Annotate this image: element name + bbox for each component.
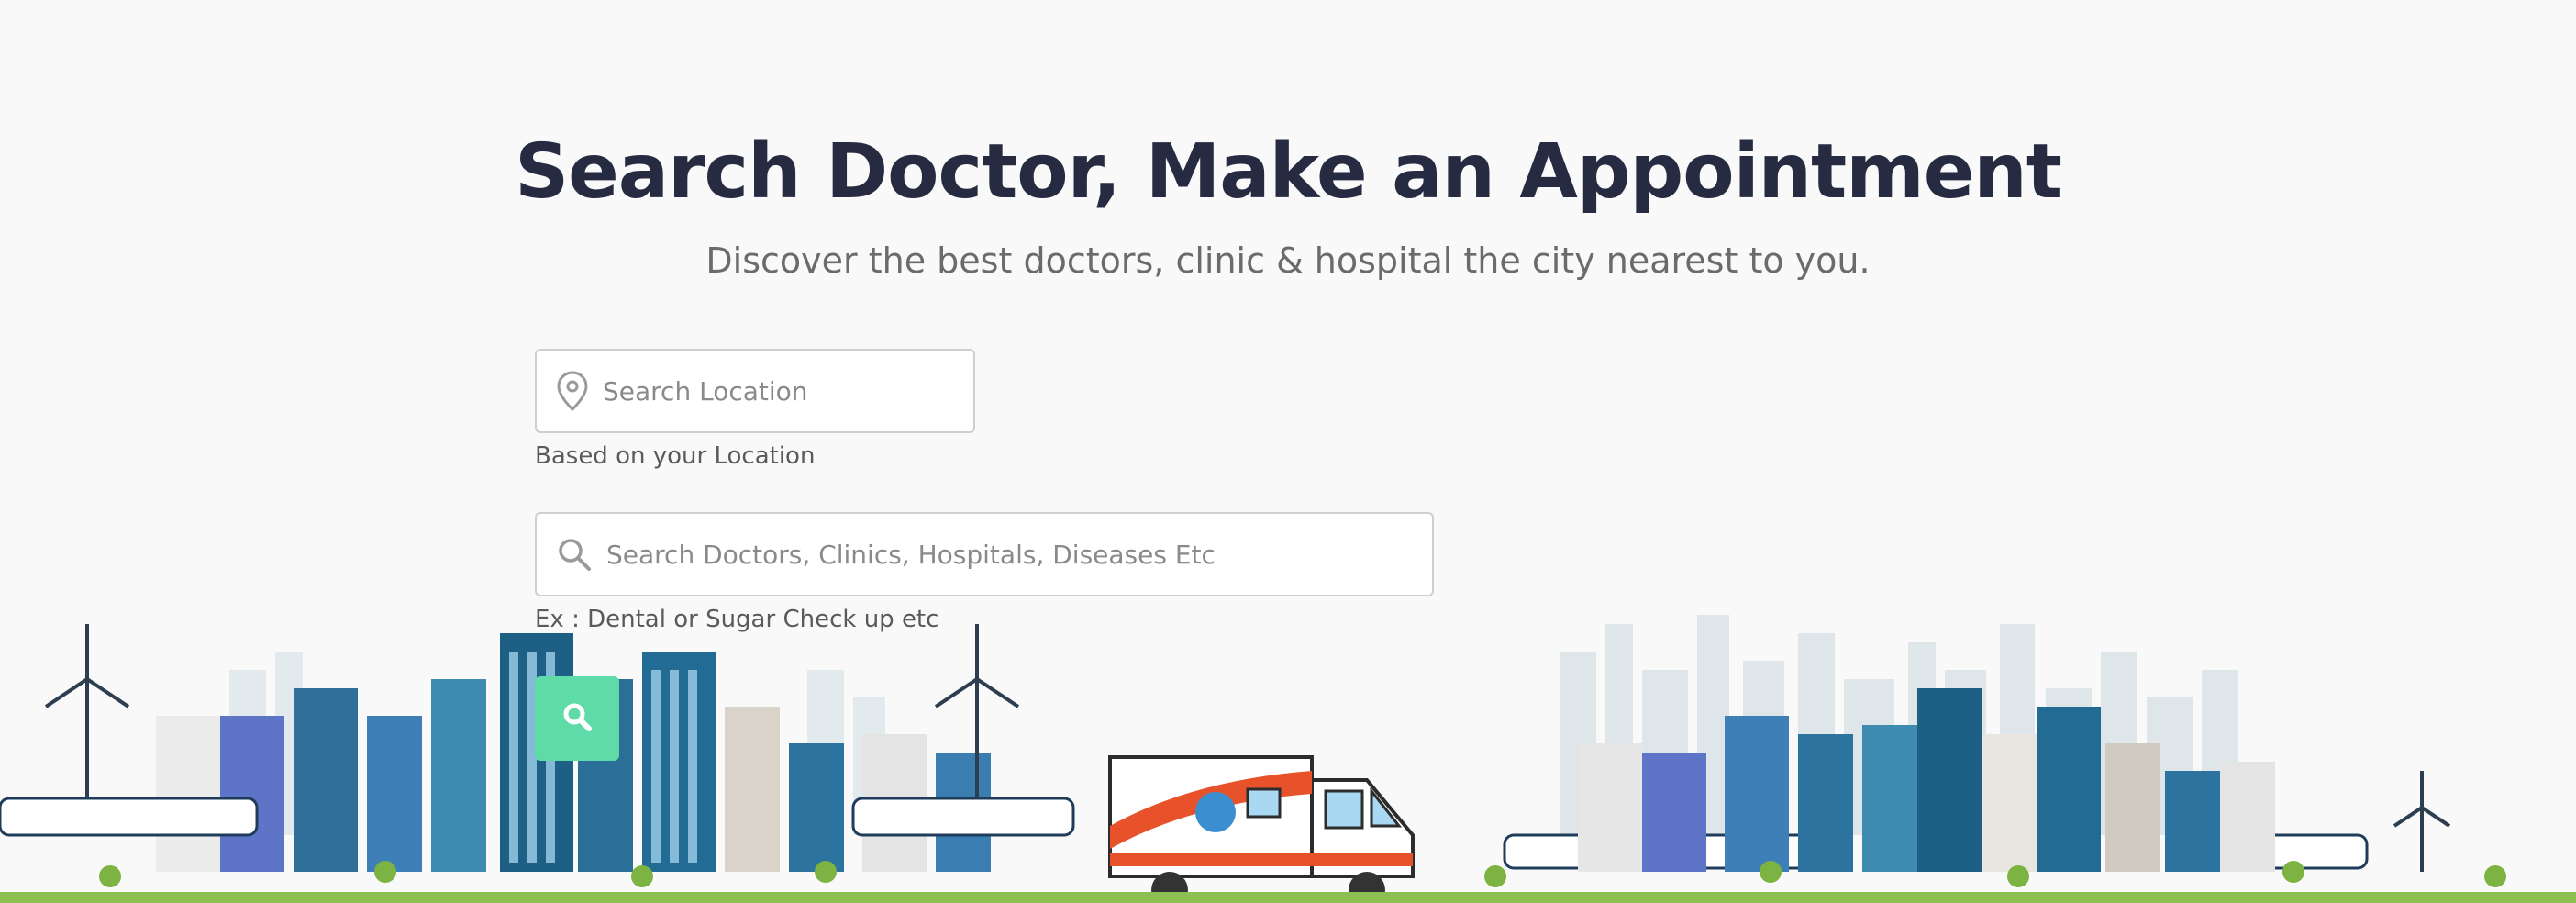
- ambulance-illustration: [1108, 755, 1415, 903]
- keyword-search-input[interactable]: [605, 538, 1432, 571]
- location-search-field[interactable]: [535, 349, 975, 433]
- page-subtitle: Discover the best doctors, clinic & hosp…: [705, 240, 1871, 281]
- search-button[interactable]: [535, 676, 619, 761]
- search-icon: [561, 701, 593, 736]
- page-title: Search Doctor, Make an Appointment: [515, 128, 2062, 216]
- location-search-input[interactable]: [601, 374, 973, 407]
- map-pin-icon: [557, 371, 588, 411]
- city-skyline-illustration: [0, 615, 2576, 903]
- search-icon: [557, 534, 592, 574]
- location-hint: Based on your Location: [535, 442, 816, 470]
- keyword-search-field[interactable]: [535, 512, 1434, 596]
- hero-banner: Search Doctor, Make an Appointment Disco…: [0, 0, 2576, 903]
